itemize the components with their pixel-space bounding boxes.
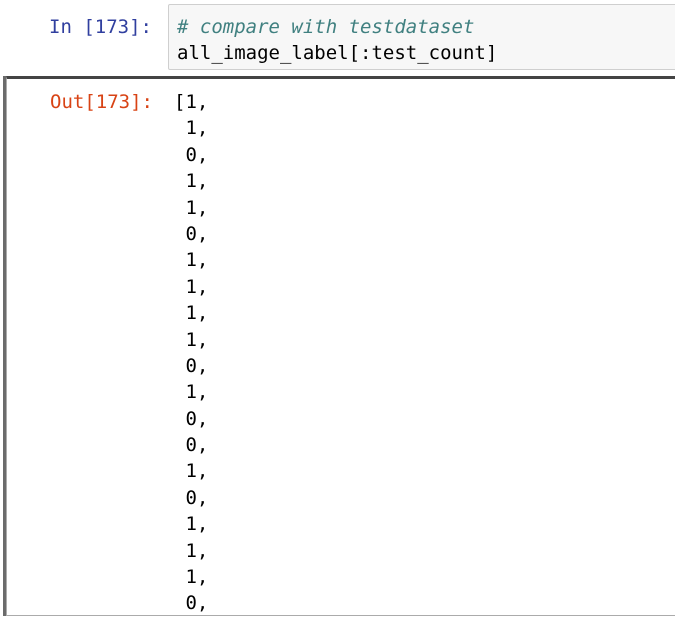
output-line: 1, bbox=[174, 196, 209, 219]
output-prompt: Out[173]: bbox=[50, 91, 153, 113]
output-line: 0, bbox=[174, 143, 209, 166]
code-expression-line: all_image_label[:test_count] bbox=[177, 42, 498, 64]
output-cell[interactable]: Out[173]: [1, 1, 0, 1, 1, 0, 1, 1, 1, 1,… bbox=[6, 76, 675, 616]
output-line: 1, bbox=[174, 566, 209, 589]
output-line: 1, bbox=[174, 513, 209, 536]
output-line: 0, bbox=[174, 407, 209, 430]
output-line: 0, bbox=[174, 434, 209, 457]
output-line: [1, bbox=[174, 91, 209, 113]
output-line: 1, bbox=[174, 302, 209, 325]
output-line: 0, bbox=[174, 592, 209, 615]
output-line: 1, bbox=[174, 328, 209, 351]
output-line: 1, bbox=[174, 460, 209, 483]
input-prompt: In [173]: bbox=[49, 16, 152, 38]
output-line: 1, bbox=[174, 275, 209, 298]
output-line: 0, bbox=[174, 222, 209, 245]
output-line: 1, bbox=[174, 539, 209, 562]
output-line: 1, bbox=[174, 117, 209, 140]
output-line: 0, bbox=[174, 354, 209, 377]
output-line: 1, bbox=[174, 381, 209, 404]
input-cell[interactable]: In [173]: # compare with testdataset all… bbox=[0, 0, 675, 76]
output-line: 1, bbox=[174, 170, 209, 193]
code-comment-line: # compare with testdataset bbox=[177, 16, 475, 38]
code-editor[interactable]: # compare with testdataset all_image_lab… bbox=[168, 4, 675, 70]
output-line: 1, bbox=[174, 249, 209, 272]
output-line: 0, bbox=[174, 486, 209, 509]
output-list: [1, 1, 0, 1, 1, 0, 1, 1, 1, 1, 0, 1, 0, … bbox=[174, 89, 208, 617]
